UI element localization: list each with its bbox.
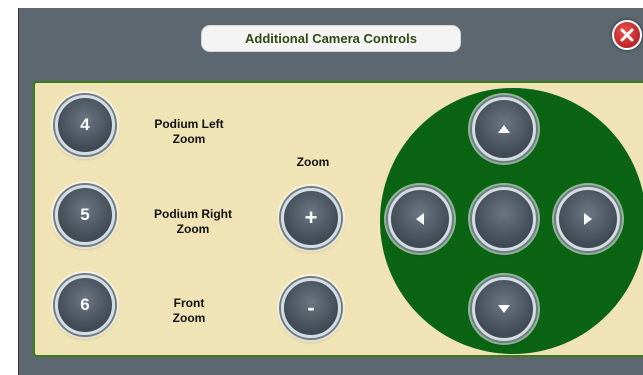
preset-4-number: 4 <box>80 115 90 134</box>
preset-5-number: 5 <box>80 205 90 224</box>
zoom-in-icon: + <box>304 205 318 230</box>
zoom-out-button[interactable]: - <box>281 278 341 338</box>
preset-5-label: Podium Right Zoom <box>154 207 232 236</box>
preset-6-label: Front Zoom <box>172 296 206 325</box>
controls-panel: 4 Podium Left Zoom 5 Podium Right Zoom 6… <box>33 81 643 357</box>
close-button[interactable] <box>612 20 642 50</box>
zoom-out-icon: - <box>307 295 315 320</box>
zoom-in-button[interactable]: + <box>281 188 341 248</box>
preset-6-number: 6 <box>80 295 90 314</box>
arrow-up-icon <box>498 125 510 133</box>
pan-center-button[interactable] <box>472 187 536 251</box>
preset-4-button[interactable]: 4 <box>55 95 115 155</box>
arrow-down-icon <box>498 305 510 313</box>
zoom-label: Zoom <box>296 155 330 169</box>
camera-controls-dialog: Additional Camera Controls 4 Podium Left… <box>18 8 643 375</box>
close-icon <box>620 28 634 42</box>
pan-left-button[interactable] <box>388 187 452 251</box>
pan-down-button[interactable] <box>472 277 536 341</box>
preset-4-label: Podium Left Zoom <box>154 117 224 146</box>
preset-6-button[interactable]: 6 <box>55 275 115 335</box>
pan-right-button[interactable] <box>556 187 620 251</box>
arrow-right-icon <box>584 213 592 225</box>
preset-5-button[interactable]: 5 <box>55 185 115 245</box>
pan-up-button[interactable] <box>472 97 536 161</box>
dialog-title: Additional Camera Controls <box>201 25 461 52</box>
arrow-left-icon <box>416 213 424 225</box>
